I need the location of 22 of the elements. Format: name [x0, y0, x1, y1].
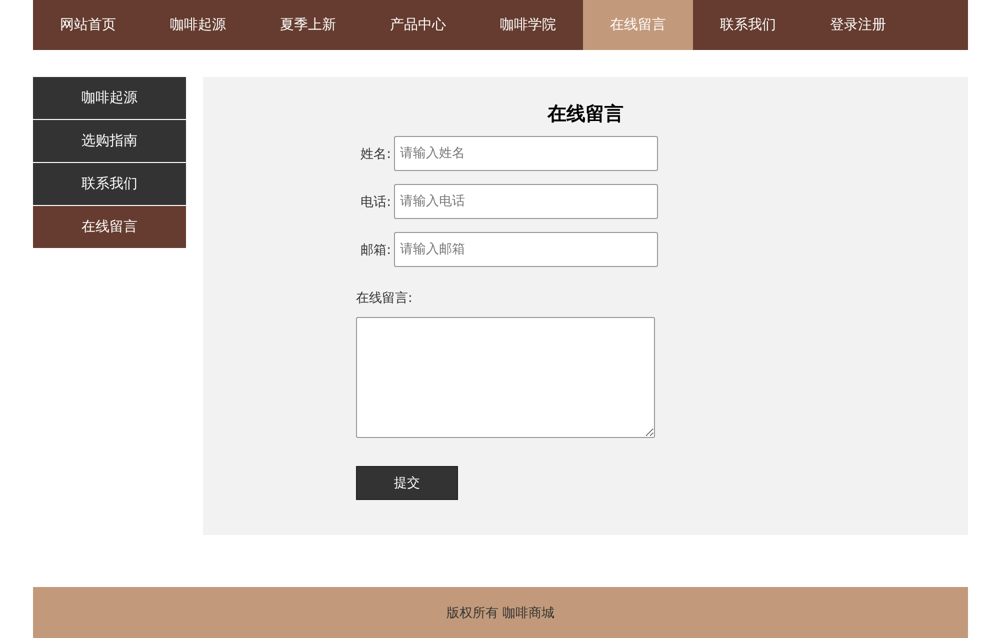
nav-tab[interactable]: 咖啡学院 [473, 0, 583, 50]
nav-tab[interactable]: 夏季上新 [253, 0, 363, 50]
sidebar-item[interactable]: 联系我们 [33, 163, 186, 205]
input-field[interactable]: 请输入邮箱 [394, 232, 658, 267]
sidebar-item[interactable]: 选购指南 [33, 120, 186, 162]
copyright-text: 版权所有 咖啡商城 [446, 604, 555, 622]
input-field[interactable]: 请输入电话 [394, 184, 658, 219]
nav-tab[interactable]: 产品中心 [363, 0, 473, 50]
nav-tab[interactable]: 登录注册 [803, 0, 913, 50]
nav-tab[interactable]: 网站首页 [33, 0, 143, 50]
nav-tab[interactable]: 联系我们 [693, 0, 803, 50]
sidebar-item[interactable]: 在线留言 [33, 206, 186, 248]
nav-tab[interactable]: 咖啡起源 [143, 0, 253, 50]
message-textarea[interactable] [356, 317, 655, 438]
form-title: 在线留言 [546, 102, 624, 126]
sidebar-item[interactable]: 咖啡起源 [33, 77, 186, 119]
field-label: 姓名: [360, 146, 392, 162]
input-field[interactable]: 请输入姓名 [394, 136, 658, 171]
field-label: 电话: [360, 194, 392, 210]
submit-button[interactable]: 提交 [356, 466, 458, 500]
field-label: 邮箱: [360, 242, 392, 258]
message-label: 在线留言: [356, 290, 414, 307]
